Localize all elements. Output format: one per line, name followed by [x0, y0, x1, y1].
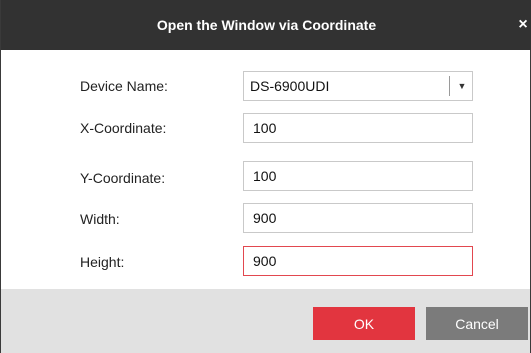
x-coordinate-input[interactable] [243, 113, 473, 143]
device-name-label: Device Name: [80, 78, 168, 94]
device-name-value: DS-6900UDI [250, 78, 330, 94]
x-coordinate-label: X-Coordinate: [80, 120, 167, 136]
select-divider [449, 76, 450, 96]
device-name-select[interactable]: DS-6900UDI ▼ [243, 71, 473, 101]
height-input[interactable] [243, 246, 473, 276]
dialog-titlebar: Open the Window via Coordinate × [1, 0, 531, 50]
width-input[interactable] [243, 203, 473, 233]
cancel-button[interactable]: Cancel [426, 307, 528, 340]
dialog-footer: OK Cancel [1, 289, 530, 353]
open-window-dialog: Open the Window via Coordinate × Device … [0, 0, 531, 353]
ok-button[interactable]: OK [313, 307, 415, 340]
height-label: Height: [80, 254, 125, 270]
y-coordinate-input[interactable] [243, 161, 473, 191]
chevron-down-icon[interactable]: ▼ [456, 78, 468, 94]
dialog-title: Open the Window via Coordinate [156, 17, 377, 33]
close-icon[interactable]: × [515, 17, 531, 33]
y-coordinate-label: Y-Coordinate: [80, 170, 166, 186]
width-label: Width: [80, 211, 120, 227]
